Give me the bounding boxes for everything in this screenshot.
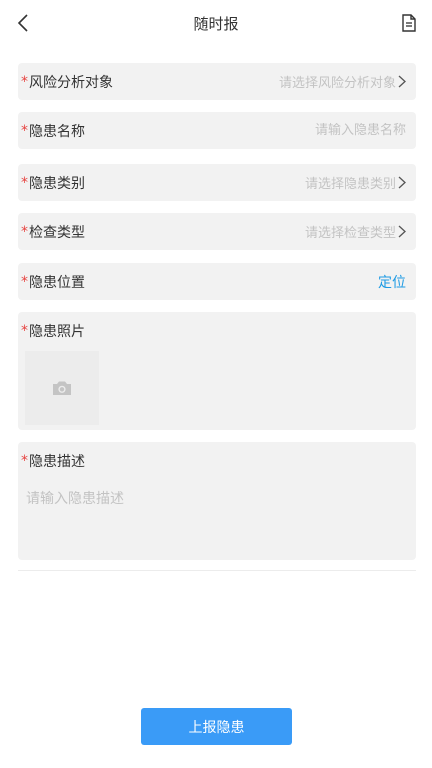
required-mark: *	[21, 174, 28, 191]
check-type-select[interactable]: * 检查类型 请选择检查类型	[18, 213, 416, 250]
required-mark: *	[21, 273, 28, 290]
required-mark: *	[21, 452, 28, 469]
page-title: 随时报	[193, 15, 239, 33]
chevron-right-icon	[398, 75, 406, 88]
hazard-location-label: 隐患位置	[29, 274, 85, 291]
hazard-description-label: 隐患描述	[29, 453, 85, 470]
risk-object-label: 风险分析对象	[29, 74, 113, 91]
hazard-location-row: * 隐患位置 定位	[18, 263, 416, 300]
chevron-right-icon	[398, 176, 406, 189]
hazard-category-select[interactable]: * 隐患类别 请选择隐患类别	[18, 164, 416, 201]
hazard-category-placeholder: 请选择隐患类别	[304, 177, 396, 192]
chevron-right-icon	[398, 225, 406, 238]
hazard-description-header: * 隐患描述	[18, 442, 416, 479]
check-type-placeholder: 请选择检查类型	[304, 226, 396, 241]
records-button[interactable]	[394, 8, 424, 38]
app-header: 随时报	[0, 0, 432, 46]
hazard-photo-header: * 隐患照片	[18, 312, 416, 349]
document-icon	[402, 14, 416, 32]
required-mark: *	[21, 73, 28, 90]
divider	[18, 570, 416, 571]
submit-report-button[interactable]: 上报隐患	[141, 708, 292, 745]
hazard-name-label: 隐患名称	[29, 123, 85, 140]
required-mark: *	[21, 322, 28, 339]
hazard-description-input[interactable]	[26, 488, 406, 558]
hazard-category-value: 请选择隐患类别	[305, 173, 406, 192]
required-mark: *	[21, 223, 28, 240]
risk-object-select[interactable]: * 风险分析对象 请选择风险分析对象	[18, 63, 416, 100]
camera-icon	[53, 381, 71, 395]
risk-object-placeholder: 请选择风险分析对象	[278, 76, 396, 91]
locate-button[interactable]: 定位	[378, 272, 406, 292]
risk-object-value: 请选择风险分析对象	[279, 72, 406, 91]
hazard-name-input[interactable]	[206, 123, 406, 138]
hazard-name-row: * 隐患名称	[18, 112, 416, 149]
add-photo-button[interactable]	[25, 351, 99, 425]
check-type-value: 请选择检查类型	[305, 222, 406, 241]
hazard-photo-section: * 隐患照片	[18, 312, 416, 430]
check-type-label: 检查类型	[29, 224, 85, 241]
hazard-photo-label: 隐患照片	[29, 323, 85, 340]
hazard-description-section: * 隐患描述	[18, 442, 416, 560]
hazard-category-label: 隐患类别	[29, 175, 85, 192]
required-mark: *	[21, 122, 28, 139]
